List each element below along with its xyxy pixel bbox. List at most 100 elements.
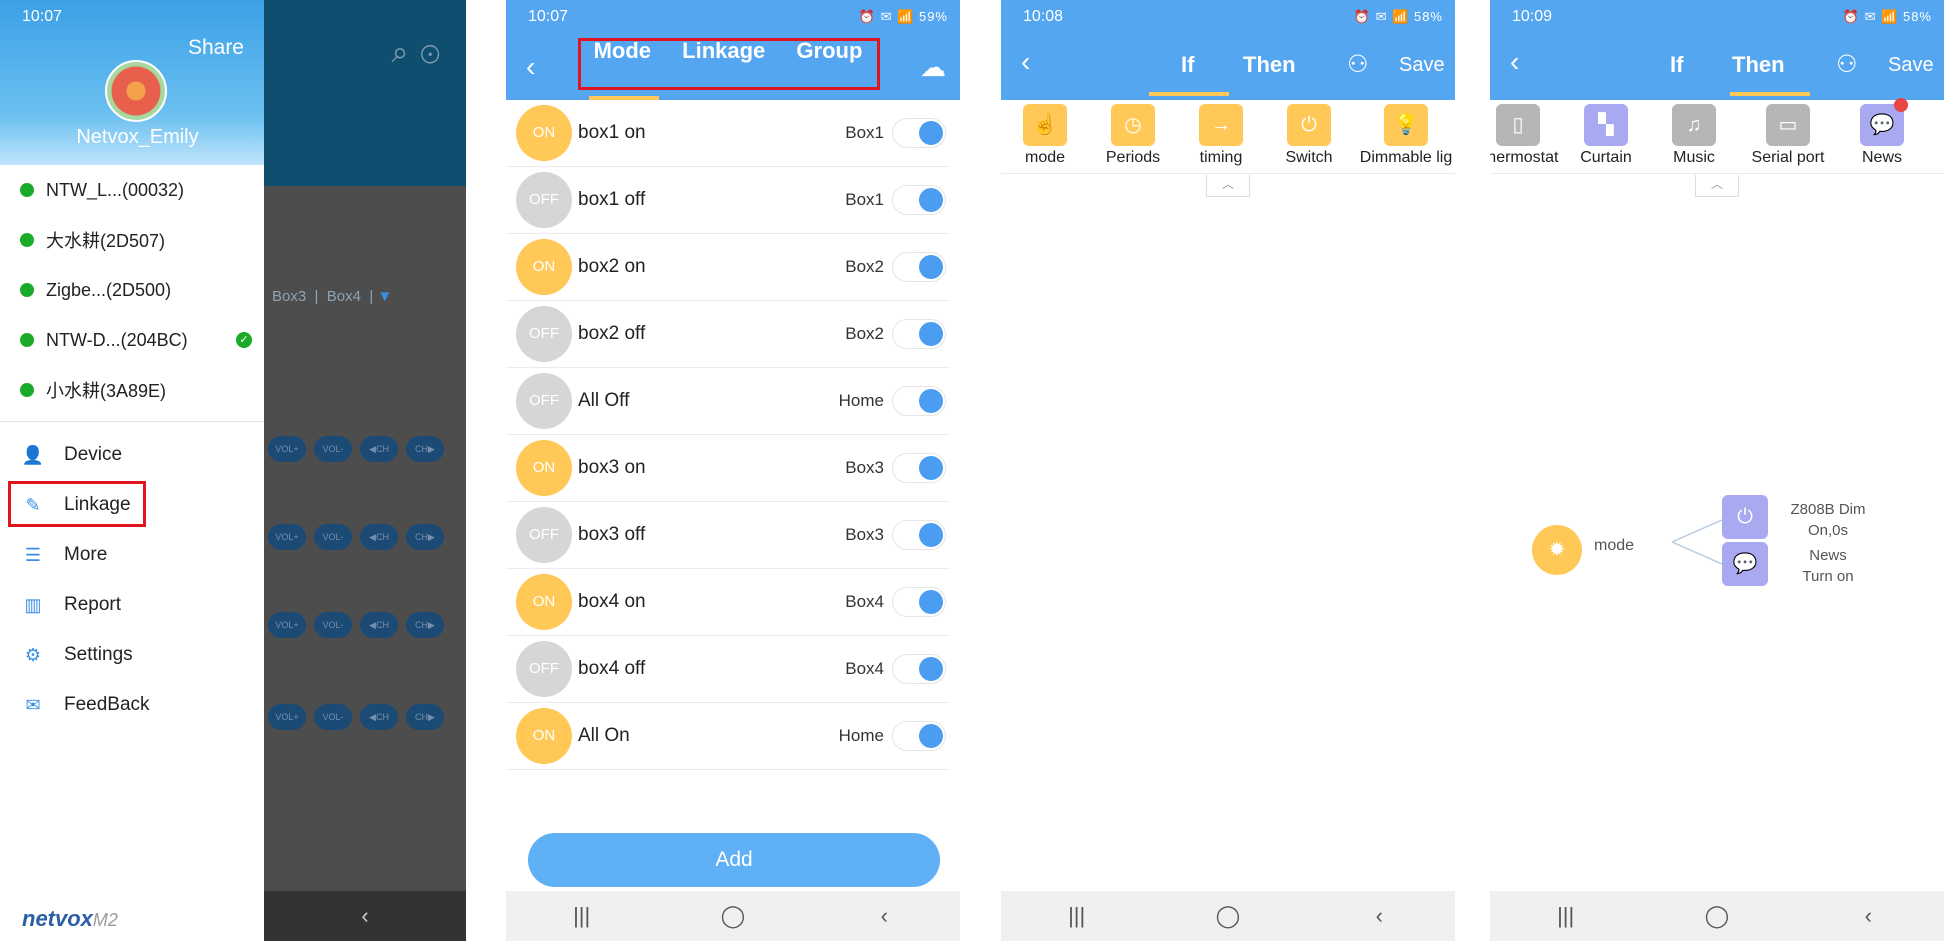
recent-apps-icon[interactable]: |||	[1536, 903, 1596, 929]
mode-name: box4 on	[578, 591, 646, 612]
cloud-upload-icon[interactable]: ☁	[920, 52, 946, 83]
recent-apps-icon[interactable]: |||	[1047, 903, 1107, 929]
list-item[interactable]: OFF box1 off Box1	[506, 167, 950, 234]
menu-item-report[interactable]: ▥ Report	[0, 580, 264, 630]
back-nav-button[interactable]: ‹	[264, 891, 466, 941]
back-icon[interactable]: ‹	[1021, 46, 1030, 78]
status-bar: 10:07 ⏰ ✉ 📶 59%	[506, 0, 960, 34]
online-dot-icon	[20, 233, 34, 247]
share-button[interactable]: Share	[188, 36, 244, 60]
category-item[interactable]: ⏻ Switch	[1265, 100, 1353, 173]
category-item[interactable]: ▭ Serial port	[1738, 100, 1838, 173]
category-item[interactable]: ☝ mode	[1001, 100, 1089, 173]
tab-then[interactable]: Then	[1732, 52, 1785, 78]
menu-lines-icon: ☰	[24, 544, 42, 565]
menu-item-device[interactable]: 👤 Device	[0, 430, 264, 480]
list-item[interactable]: ON box4 on Box4	[506, 569, 950, 636]
list-item[interactable]: ON box3 on Box3	[506, 435, 950, 502]
list-item[interactable]: ON box2 on Box2	[506, 234, 950, 301]
status-icons: ⏰ ✉ 📶 58%	[1353, 9, 1443, 24]
recent-apps-icon[interactable]: |||	[552, 903, 612, 929]
home-icon[interactable]: ◯	[1687, 903, 1747, 929]
category-item[interactable]: 💡 Dimmable lig	[1353, 100, 1455, 173]
save-button[interactable]: Save	[1399, 54, 1445, 77]
mode-name: All Off	[578, 390, 630, 411]
list-item[interactable]: ON box1 on Box1	[506, 100, 950, 167]
category-item[interactable]: → timing	[1177, 100, 1265, 173]
enable-toggle[interactable]	[892, 319, 946, 349]
enable-toggle[interactable]	[892, 587, 946, 617]
system-nav-bar: ||| ◯ ‹	[1001, 891, 1455, 941]
list-item[interactable]: OFF box4 off Box4	[506, 636, 950, 703]
back-icon[interactable]: ‹	[526, 51, 535, 83]
hand-icon: ☝	[1023, 104, 1067, 146]
online-dot-icon	[20, 333, 34, 347]
enable-toggle[interactable]	[892, 721, 946, 751]
avatar[interactable]	[105, 60, 167, 122]
category-item[interactable]: ▯ Thermostat	[1490, 100, 1562, 173]
back-icon[interactable]: ‹	[1838, 903, 1898, 929]
device-item[interactable]: 大水耕(2D507)	[0, 215, 264, 265]
ch-down-button: ◀CH	[360, 704, 398, 730]
list-item[interactable]: ON All On Home	[506, 703, 950, 770]
enable-toggle[interactable]	[892, 654, 946, 684]
user-device-icon: 👤	[21, 444, 45, 465]
robot-icon[interactable]: ⚇	[1836, 50, 1858, 79]
collapse-handle-icon[interactable]: ︿	[1206, 175, 1250, 197]
add-button[interactable]: Add	[528, 833, 940, 887]
device-item[interactable]: Zigbe...(2D500)	[0, 265, 264, 315]
home-icon[interactable]: ◯	[1198, 903, 1258, 929]
category-item[interactable]: ♫ Music	[1650, 100, 1738, 173]
device-item[interactable]: NTW-D...(204BC) ✓	[0, 315, 264, 365]
category-strip: ☝ mode ◷ Periods → timing ⏻ Switch 💡 Dimmable…	[1001, 100, 1455, 197]
mode-box: Box3	[845, 525, 884, 544]
category-item[interactable]: ◷ Periods	[1089, 100, 1177, 173]
category-item[interactable]: ▚ Curtain	[1562, 100, 1650, 173]
enable-toggle[interactable]	[892, 252, 946, 282]
ch-down-button: ◀CH	[360, 612, 398, 638]
mode-name: box1 off	[578, 189, 646, 210]
list-item[interactable]: OFF All Off Home	[506, 368, 950, 435]
device-item[interactable]: NTW_L...(00032)	[0, 165, 264, 215]
back-icon[interactable]: ‹	[1349, 903, 1409, 929]
save-button[interactable]: Save	[1888, 54, 1934, 77]
enable-toggle[interactable]	[892, 386, 946, 416]
news-icon[interactable]: 💬	[1722, 542, 1768, 586]
tab-if[interactable]: If	[1670, 52, 1683, 78]
power-icon[interactable]: ⏻	[1722, 495, 1768, 539]
enable-toggle[interactable]	[892, 118, 946, 148]
list-item[interactable]: OFF box3 off Box3	[506, 502, 950, 569]
device-name: NTW_L...(00032)	[46, 179, 185, 200]
menu-item-feedback[interactable]: ✉ FeedBack	[0, 680, 264, 730]
logo-suffix: M2	[92, 910, 118, 930]
menu-item-settings[interactable]: ⚙ Settings	[0, 630, 264, 680]
back-icon[interactable]: ‹	[1510, 46, 1519, 78]
if-then-header: 10:09 ⏰ ✉ 📶 58% ‹ If Then ⚇ Save	[1490, 0, 1944, 100]
home-icon[interactable]: ◯	[703, 903, 763, 929]
ch-up-button: CH▶	[406, 612, 444, 638]
list-item[interactable]: OFF box2 off Box2	[506, 301, 950, 368]
enable-toggle[interactable]	[892, 453, 946, 483]
category-item[interactable]: 💬 News	[1838, 98, 1926, 173]
highlight-box	[8, 481, 146, 527]
category-label: timing	[1199, 149, 1243, 166]
mode-box: Home	[838, 391, 884, 410]
enable-toggle[interactable]	[892, 520, 946, 550]
arrow-icon: →	[1199, 104, 1243, 146]
state-badge: OFF	[516, 306, 572, 362]
phone-mode-screen: 10:07 ⏰ ✉ 📶 59% ‹ Mode Linkage Group ☁ O…	[506, 0, 960, 941]
tab-if[interactable]: If	[1181, 52, 1194, 78]
news-icon: 💬	[1860, 98, 1908, 146]
device-item[interactable]: 小水耕(3A89E)	[0, 365, 264, 415]
trigger-label: mode	[1594, 537, 1635, 554]
username: Netvox_Emily	[76, 126, 199, 148]
trigger-node-icon[interactable]: ✹	[1532, 525, 1582, 575]
back-icon[interactable]: ‹	[854, 903, 914, 929]
menu-item-more[interactable]: ☰ More	[0, 530, 264, 580]
enable-toggle[interactable]	[892, 185, 946, 215]
check-icon: ✓	[236, 332, 252, 348]
robot-icon[interactable]: ⚇	[1347, 50, 1369, 79]
logo-text: netvox	[22, 906, 93, 931]
state-badge: ON	[516, 574, 572, 630]
tab-then[interactable]: Then	[1243, 52, 1296, 78]
